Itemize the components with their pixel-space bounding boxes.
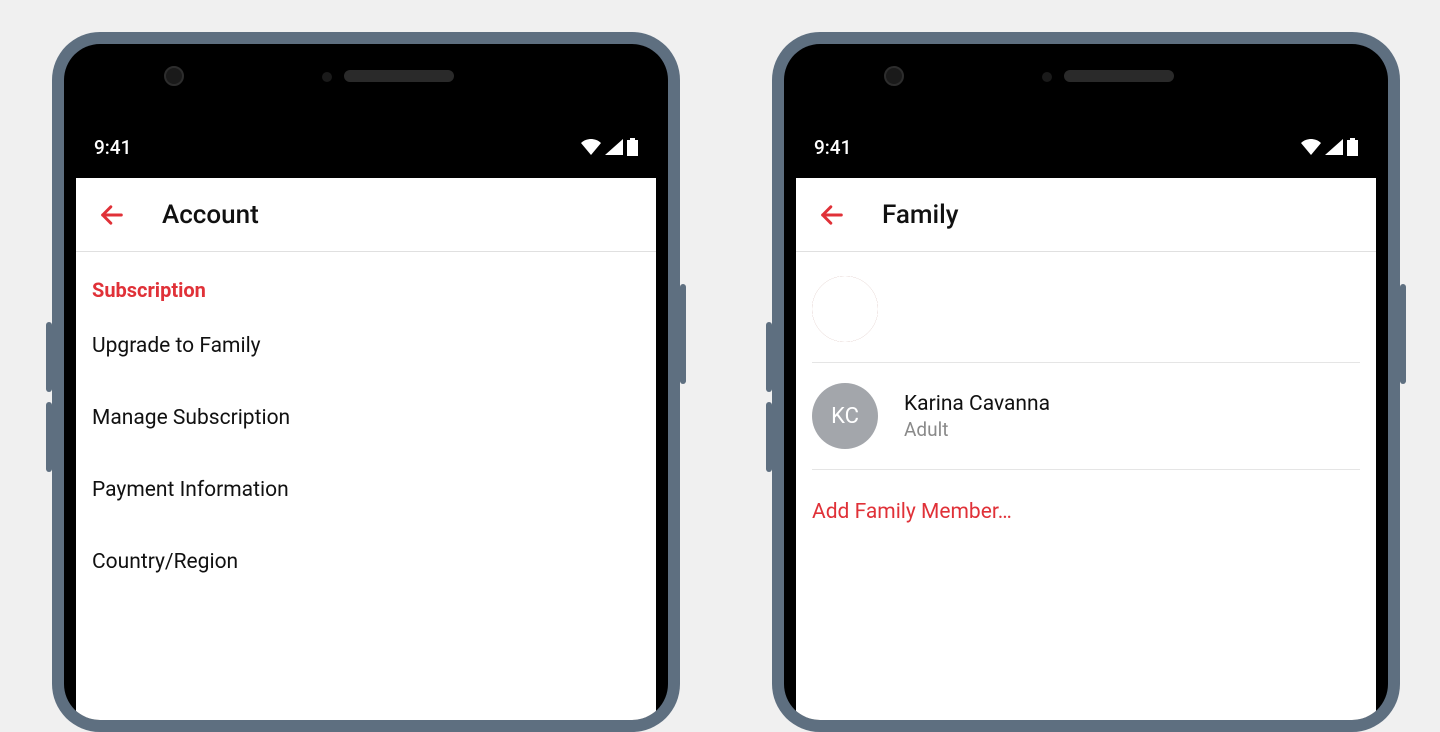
family-content: KC Karina Cavanna Adult Add Family Membe… — [796, 252, 1376, 554]
earpiece-speaker — [344, 70, 454, 82]
account-content: Subscription Upgrade to Family Manage Su… — [76, 252, 656, 598]
cellular-icon — [605, 139, 623, 155]
volume-down-button — [46, 402, 52, 472]
back-button[interactable] — [812, 195, 852, 235]
status-time: 9:41 — [94, 136, 131, 159]
power-button — [1400, 284, 1406, 384]
item-upgrade-to-family[interactable]: Upgrade to Family — [92, 310, 640, 382]
member-role: Adult — [904, 418, 1050, 441]
page-title: Family — [882, 200, 959, 230]
status-bar: 9:41 — [76, 116, 656, 178]
status-bar: 9:41 — [796, 116, 1376, 178]
page-title: Account — [162, 200, 259, 230]
phone-bezel: 9:41 Family — [784, 44, 1388, 720]
member-info: Karina Cavanna Adult — [904, 392, 1050, 441]
front-camera — [164, 66, 184, 86]
status-time: 9:41 — [814, 136, 851, 159]
screen-left: 9:41 Account — [76, 116, 656, 720]
status-icons — [1301, 138, 1358, 156]
add-family-member-link[interactable]: Add Family Member… — [812, 470, 1360, 554]
phone-top-hardware — [784, 44, 1388, 104]
volume-up-button — [766, 322, 772, 392]
phone-mockup-left: 9:41 Account — [52, 32, 680, 732]
back-button[interactable] — [92, 195, 132, 235]
app-bar: Account — [76, 178, 656, 252]
phone-mockup-right: 9:41 Family — [772, 32, 1400, 732]
family-member-row[interactable]: KC Karina Cavanna Adult — [812, 363, 1360, 470]
phone-top-hardware — [64, 44, 668, 104]
volume-up-button — [46, 322, 52, 392]
sensor-dot — [1042, 72, 1052, 82]
arrow-left-icon — [818, 201, 846, 229]
earpiece-speaker — [1064, 70, 1174, 82]
front-camera — [884, 66, 904, 86]
screen-right: 9:41 Family — [796, 116, 1376, 720]
battery-icon — [627, 138, 638, 156]
arrow-left-icon — [98, 201, 126, 229]
phone-bezel: 9:41 Account — [64, 44, 668, 720]
battery-icon — [1347, 138, 1358, 156]
wifi-icon — [1301, 139, 1321, 155]
avatar-initials: KC — [812, 383, 878, 449]
item-payment-information[interactable]: Payment Information — [92, 454, 640, 526]
item-country-region[interactable]: Country/Region — [92, 526, 640, 598]
avatar-photo — [812, 276, 878, 342]
section-header-subscription: Subscription — [92, 252, 640, 310]
volume-down-button — [766, 402, 772, 472]
cellular-icon — [1325, 139, 1343, 155]
wifi-icon — [581, 139, 601, 155]
power-button — [680, 284, 686, 384]
family-member-row[interactable] — [812, 252, 1360, 363]
status-icons — [581, 138, 638, 156]
member-name: Karina Cavanna — [904, 392, 1050, 416]
item-manage-subscription[interactable]: Manage Subscription — [92, 382, 640, 454]
sensor-dot — [322, 72, 332, 82]
app-bar: Family — [796, 178, 1376, 252]
